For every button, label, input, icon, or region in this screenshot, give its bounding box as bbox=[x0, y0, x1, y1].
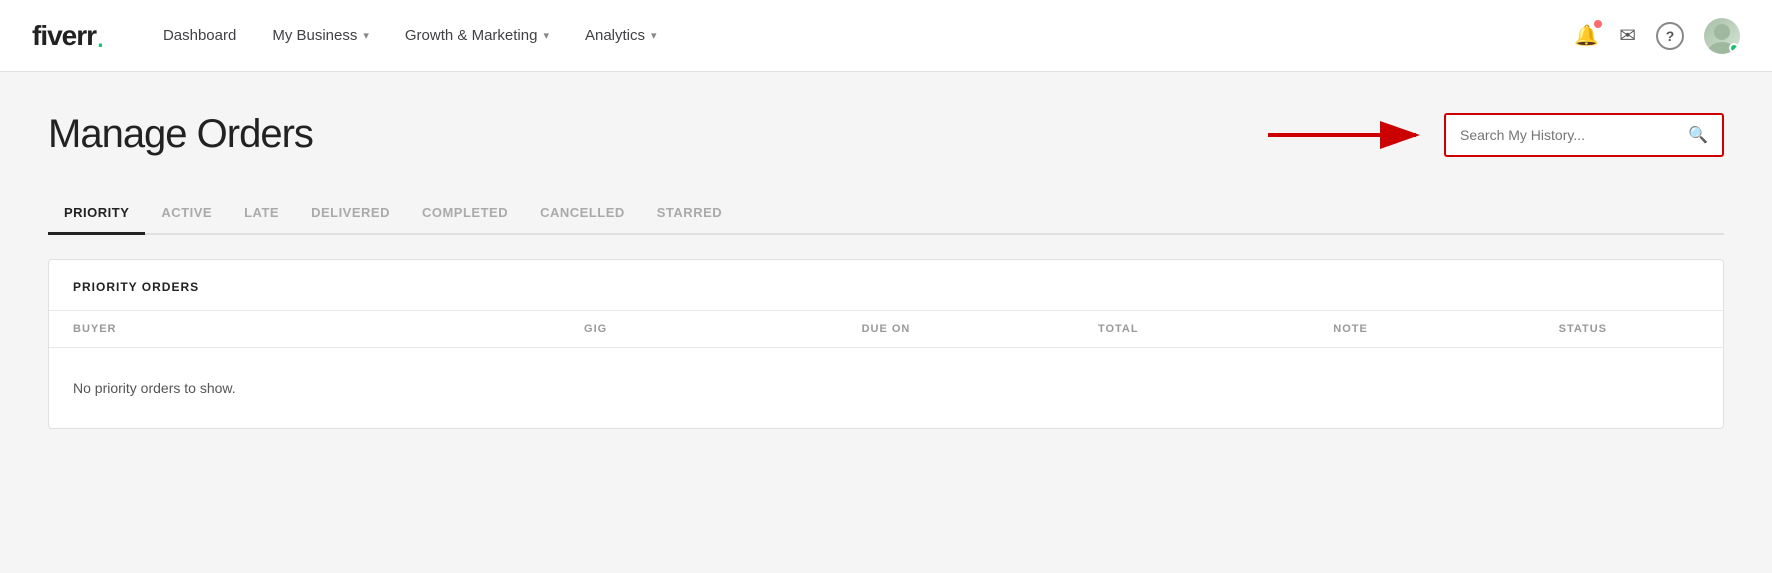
col-due-on: DUE ON bbox=[770, 323, 1002, 335]
tab-starred[interactable]: STARRED bbox=[641, 193, 738, 235]
page-header: Manage Orders 🔍 bbox=[48, 112, 1724, 157]
tabs-container: PRIORITY ACTIVE LATE DELIVERED COMPLETED… bbox=[48, 193, 1724, 235]
tab-active[interactable]: ACTIVE bbox=[145, 193, 228, 235]
col-note: NOTE bbox=[1234, 323, 1466, 335]
orders-section: PRIORITY ORDERS BUYER GIG DUE ON TOTAL N… bbox=[48, 259, 1724, 429]
growth-marketing-chevron-icon: ▾ bbox=[543, 29, 549, 42]
tab-cancelled[interactable]: CANCELLED bbox=[524, 193, 641, 235]
notification-bell-icon[interactable]: 🔔 bbox=[1574, 23, 1599, 48]
logo[interactable]: fiverr. bbox=[32, 20, 105, 52]
nav-right: 🔔 ✉ ? bbox=[1574, 18, 1740, 54]
tab-completed[interactable]: COMPLETED bbox=[406, 193, 524, 235]
col-status: STATUS bbox=[1467, 323, 1699, 335]
messages-icon[interactable]: ✉ bbox=[1619, 23, 1636, 48]
nav-analytics[interactable]: Analytics ▾ bbox=[567, 0, 675, 72]
red-arrow-indicator bbox=[1268, 115, 1428, 155]
nav-my-business[interactable]: My Business ▾ bbox=[254, 0, 387, 72]
page-title: Manage Orders bbox=[48, 112, 313, 157]
my-business-chevron-icon: ▾ bbox=[363, 29, 369, 42]
help-icon[interactable]: ? bbox=[1656, 22, 1684, 50]
navbar: fiverr. Dashboard My Business ▾ Growth &… bbox=[0, 0, 1772, 72]
tab-delivered[interactable]: DELIVERED bbox=[295, 193, 406, 235]
nav-growth-marketing[interactable]: Growth & Marketing ▾ bbox=[387, 0, 567, 72]
empty-orders-message: No priority orders to show. bbox=[49, 348, 1723, 428]
search-icon[interactable]: 🔍 bbox=[1688, 125, 1708, 145]
search-annotation: 🔍 bbox=[1268, 113, 1724, 157]
main-content: Manage Orders 🔍 PRIORI bbox=[0, 72, 1772, 573]
orders-section-title: PRIORITY ORDERS bbox=[49, 260, 1723, 311]
col-gig: GIG bbox=[421, 323, 769, 335]
table-header: BUYER GIG DUE ON TOTAL NOTE STATUS bbox=[49, 311, 1723, 348]
avatar[interactable] bbox=[1704, 18, 1740, 54]
col-buyer: BUYER bbox=[73, 323, 421, 335]
tab-priority[interactable]: PRIORITY bbox=[48, 193, 145, 235]
analytics-chevron-icon: ▾ bbox=[651, 29, 657, 42]
search-input[interactable] bbox=[1460, 127, 1688, 143]
nav-dashboard[interactable]: Dashboard bbox=[145, 0, 254, 72]
logo-dot: . bbox=[96, 20, 105, 52]
search-box[interactable]: 🔍 bbox=[1444, 113, 1724, 157]
col-total: TOTAL bbox=[1002, 323, 1234, 335]
notification-dot bbox=[1594, 20, 1602, 28]
nav-links: Dashboard My Business ▾ Growth & Marketi… bbox=[145, 0, 1574, 72]
logo-text: fiverr bbox=[32, 20, 96, 52]
tab-late[interactable]: LATE bbox=[228, 193, 295, 235]
avatar-online-indicator bbox=[1729, 43, 1739, 53]
